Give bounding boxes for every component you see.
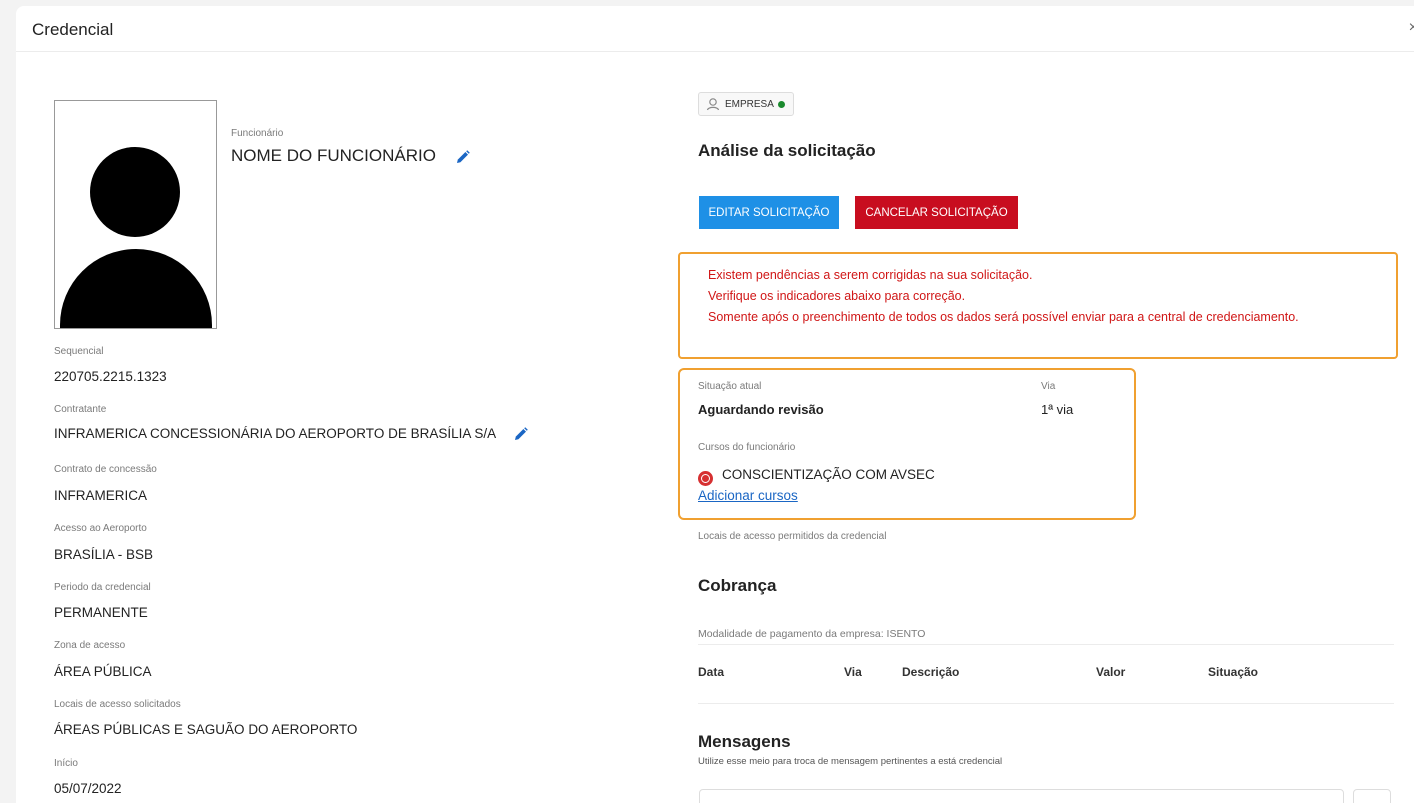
avatar-body-shape — [60, 249, 212, 328]
via-label: Via — [1041, 381, 1056, 392]
cobranca-title: Cobrança — [698, 576, 777, 595]
column-descricao: Descrição — [902, 665, 960, 679]
via-value: 1ª via — [1041, 402, 1074, 417]
employee-name-row: NOME DO FUNCIONÁRIO — [231, 146, 471, 166]
contratante-value: INFRAMERICA CONCESSIONÁRIA DO AEROPORTO … — [54, 426, 496, 441]
cobranca-table-header: Data Via Descrição Valor Situação — [698, 644, 1394, 704]
alert-line-1: Existem pendências a serem corrigidas na… — [708, 268, 1033, 282]
locais-permitidos-label: Locais de acesso permitidos da credencia… — [698, 531, 887, 542]
situacao-value: Aguardando revisão — [698, 402, 824, 417]
periodo-label: Periodo da credencial — [54, 582, 151, 593]
pending-alert: Existem pendências a serem corrigidas na… — [678, 252, 1398, 359]
avatar-head-shape — [90, 147, 180, 237]
acesso-label: Acesso ao Aeroporto — [54, 523, 147, 534]
error-circle-icon: × — [698, 471, 713, 486]
contratante-row: INFRAMERICA CONCESSIONÁRIA DO AEROPORTO … — [54, 426, 529, 442]
mensagens-subtitle: Utilize esse meio para troca de mensagem… — [698, 756, 1003, 767]
employee-name: NOME DO FUNCIONÁRIO — [231, 146, 436, 165]
contrato-value: INFRAMERICA — [54, 488, 148, 503]
edit-request-button[interactable]: EDITAR SOLICITAÇÃO — [699, 196, 839, 229]
zona-value: ÁREA PÚBLICA — [54, 664, 152, 679]
send-message-button[interactable] — [1353, 789, 1391, 803]
contratante-label: Contratante — [54, 404, 107, 415]
locais-value: ÁREAS PÚBLICAS E SAGUÃO DO AEROPORTO — [54, 722, 358, 737]
inicio-label: Início — [54, 758, 78, 769]
cancel-request-button[interactable]: CANCELAR SOLICITAÇÃO — [855, 196, 1018, 229]
add-courses-link[interactable]: Adicionar cursos — [698, 488, 798, 503]
pencil-icon[interactable] — [455, 149, 471, 165]
zona-label: Zona de acesso — [54, 640, 126, 651]
cursos-label: Cursos do funcionário — [698, 442, 796, 453]
mensagens-title: Mensagens — [698, 732, 791, 751]
credential-window: Credencial × Funcionário NOME DO FUNCION… — [16, 6, 1414, 803]
alert-line-2: Verifique os indicadores abaixo para cor… — [708, 289, 966, 303]
situacao-label: Situação atual — [698, 381, 762, 392]
sequencial-value: 220705.2215.1323 — [54, 369, 167, 384]
alert-line-3: Somente após o preenchimento de todos os… — [708, 310, 1299, 324]
column-situacao: Situação — [1208, 665, 1259, 679]
course-name: CONSCIENTIZAÇÃO COM AVSEC — [722, 467, 935, 482]
inicio-value: 05/07/2022 — [54, 781, 122, 796]
locais-label: Locais de acesso solicitados — [54, 699, 181, 710]
close-icon[interactable]: × — [1409, 19, 1414, 37]
empresa-badge: EMPRESA — [698, 92, 794, 116]
contrato-label: Contrato de concessão — [54, 464, 157, 475]
acesso-value: BRASÍLIA - BSB — [54, 547, 154, 562]
employee-photo — [54, 100, 217, 329]
employee-label: Funcionário — [231, 128, 284, 139]
column-via: Via — [844, 665, 862, 679]
window-title: Credencial — [32, 20, 114, 39]
message-input[interactable] — [699, 789, 1344, 803]
modalidade-text: Modalidade de pagamento da empresa: ISEN… — [698, 628, 926, 640]
sequencial-label: Sequencial — [54, 346, 104, 357]
pencil-icon[interactable] — [513, 426, 529, 442]
status-dot — [777, 100, 785, 108]
window-titlebar: Credencial × — [16, 6, 1414, 52]
column-data: Data — [698, 665, 725, 679]
column-valor: Valor — [1096, 665, 1126, 679]
empresa-badge-label: EMPRESA — [725, 98, 774, 110]
analysis-title: Análise da solicitação — [698, 141, 876, 160]
periodo-value: PERMANENTE — [54, 605, 148, 620]
user-icon — [706, 98, 720, 111]
